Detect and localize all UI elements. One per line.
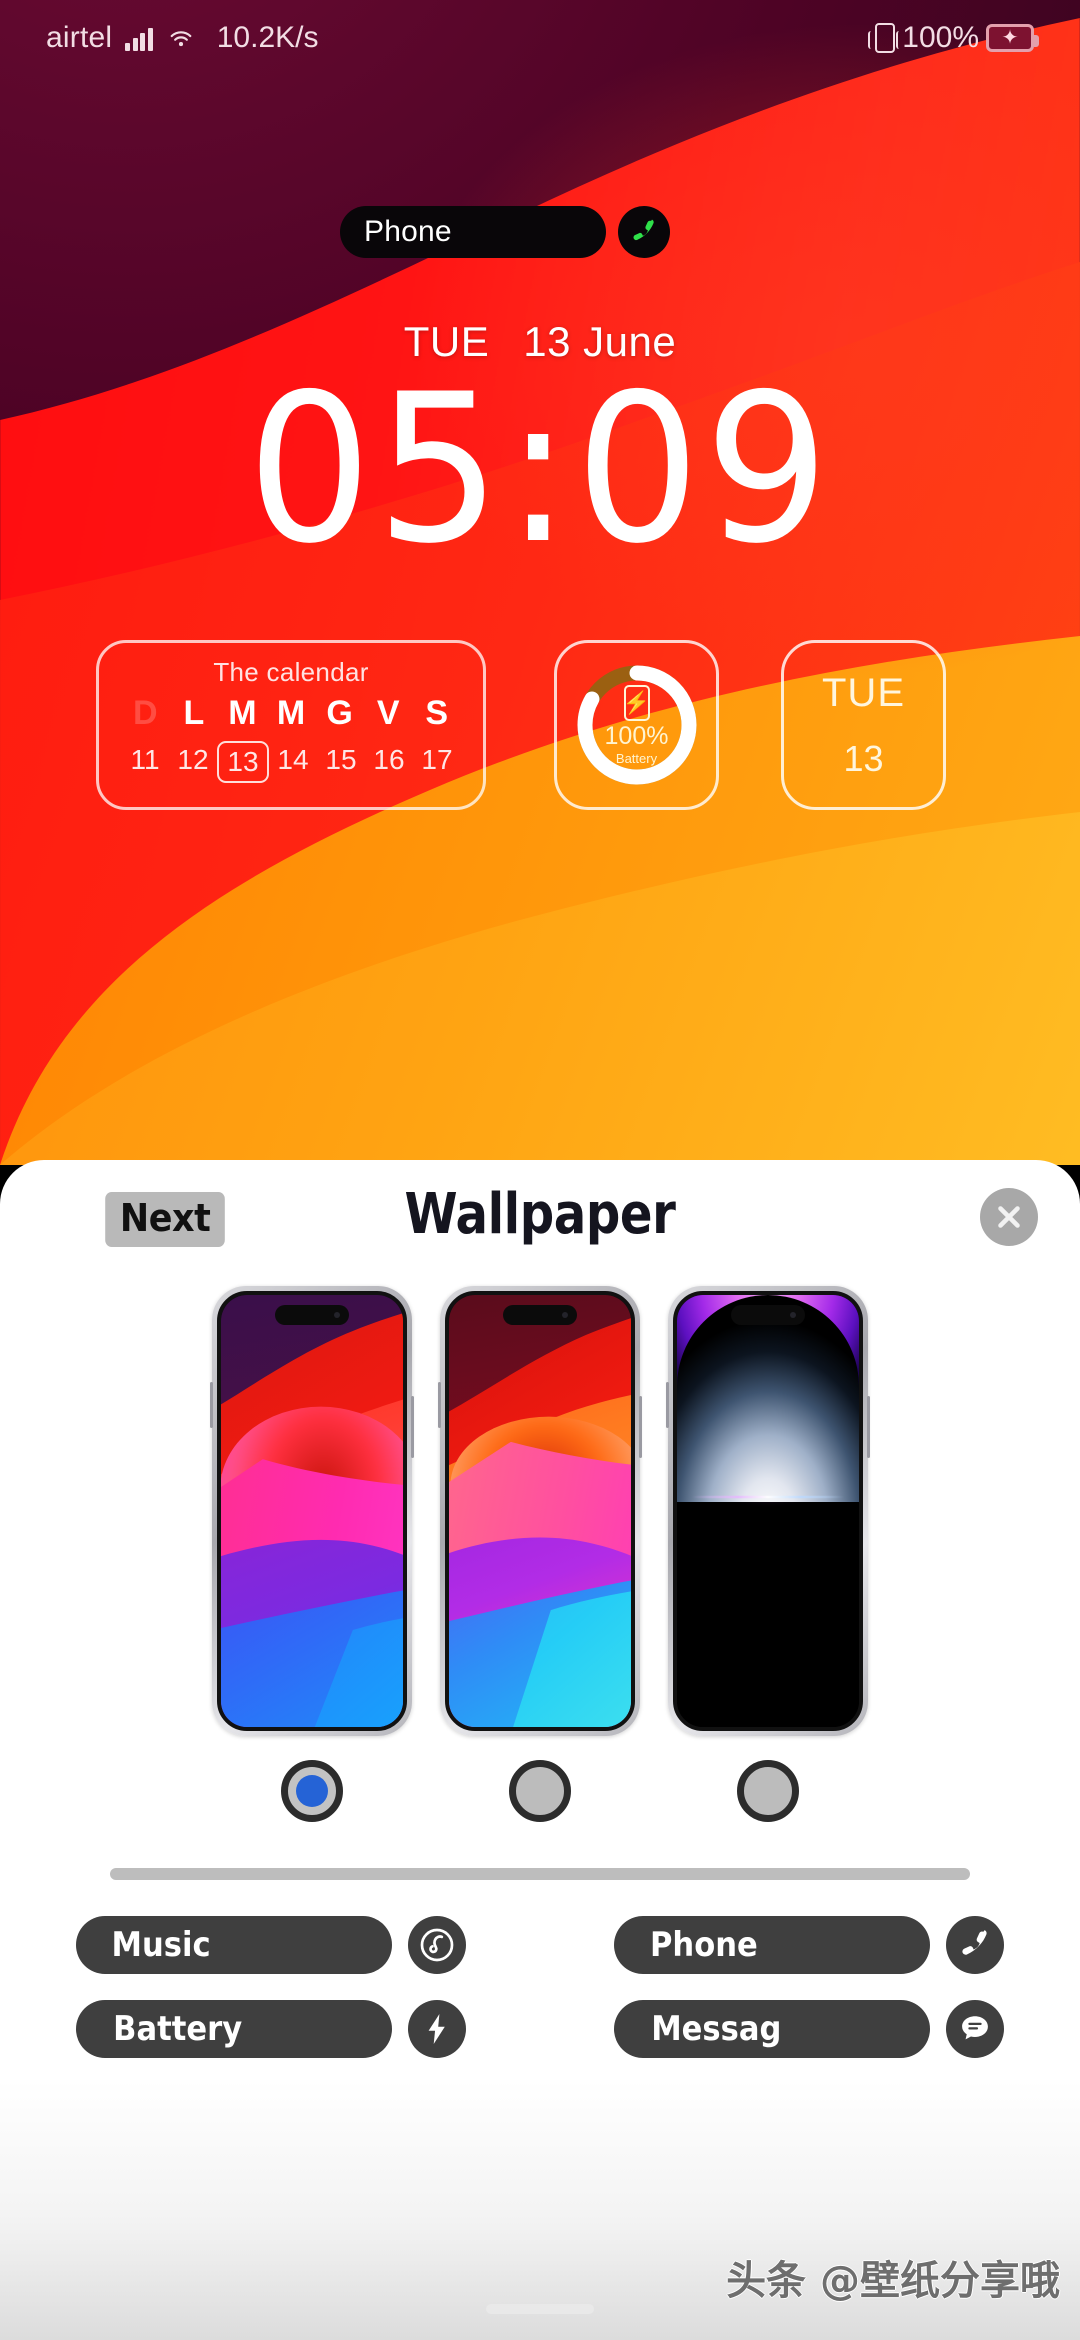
dynamic-island-icon — [503, 1305, 577, 1325]
message-bubble-icon[interactable] — [946, 2000, 1004, 2058]
battery-ring-content: ⚡ 100% Battery — [573, 661, 701, 789]
dynamic-island-icon — [275, 1305, 349, 1325]
status-bar: airtel 10.2K/s 100% ✦ — [0, 0, 1080, 76]
phone-shortcut-label: Phone — [364, 215, 452, 248]
wallpaper-picker-sheet: Next Wallpaper Music Phone Battery Messa… — [0, 1160, 1080, 2340]
shortcut-battery-label: Battery — [113, 2009, 243, 2049]
preview-screen-3 — [673, 1291, 863, 1731]
shortcut-message-label: Messag — [651, 2009, 782, 2049]
calendar-dow: S — [425, 694, 449, 732]
close-icon[interactable] — [980, 1188, 1038, 1246]
calendar-day-row: 11 12 13 14 15 16 17 — [99, 741, 483, 783]
calendar-dow: G — [326, 694, 353, 732]
wallpaper-radio-1[interactable] — [281, 1760, 343, 1822]
lightning-bolt-icon[interactable] — [408, 2000, 466, 2058]
shortcut-message[interactable]: Messag — [614, 2000, 1004, 2058]
wallpaper-radio-3[interactable] — [737, 1760, 799, 1822]
shortcut-phone-pill[interactable]: Phone — [614, 1916, 930, 1974]
battery-ring: ⚡ 100% Battery — [573, 661, 701, 789]
page-title: Wallpaper — [404, 1182, 676, 1247]
wallpaper-selector-radios — [0, 1760, 1080, 1822]
wallpaper-preview-2[interactable] — [438, 1286, 642, 1736]
date-widget-weekday: TUE — [822, 670, 905, 715]
calendar-day[interactable]: 12 — [169, 741, 217, 783]
signal-bars-icon — [125, 25, 153, 51]
wallpaper-radio-2[interactable] — [509, 1760, 571, 1822]
calendar-dow-row: D L M M G V S — [99, 694, 483, 733]
lockscreen-widget-row: The calendar D L M M G V S 11 12 13 14 1… — [0, 640, 1080, 820]
calendar-day[interactable]: 17 — [413, 741, 461, 783]
phone-handset-icon[interactable] — [946, 1916, 1004, 1974]
vibrate-icon — [868, 23, 899, 53]
phone-charging-icon: ⚡ — [623, 685, 650, 721]
calendar-day[interactable]: 11 — [121, 741, 169, 783]
shortcut-battery-pill[interactable]: Battery — [76, 2000, 392, 2058]
calendar-dow: D — [133, 694, 158, 732]
shortcut-grid: Music Phone Battery Messag — [0, 1916, 1080, 2058]
home-indicator[interactable] — [486, 2304, 594, 2314]
phone-shortcut-pill[interactable]: Phone — [340, 206, 606, 258]
radio-slot-2 — [440, 1760, 640, 1822]
radio-slot-1 — [212, 1760, 412, 1822]
shortcut-row-2: Battery Messag — [76, 2000, 1004, 2058]
calendar-widget[interactable]: The calendar D L M M G V S 11 12 13 14 1… — [96, 640, 486, 810]
shortcut-phone-label: Phone — [649, 1925, 758, 1965]
calendar-dow: V — [376, 694, 400, 732]
watermark-text: 头条 @壁纸分享哦 — [726, 2258, 1060, 2304]
shortcut-battery[interactable]: Battery — [76, 2000, 466, 2058]
battery-widget-percent: 100% — [604, 722, 669, 750]
battery-widget[interactable]: ⚡ 100% Battery — [554, 640, 719, 810]
date-widget-day: 13 — [843, 737, 884, 779]
battery-percent-label: 100% — [902, 21, 979, 54]
status-bar-right: 100% ✦ — [868, 21, 1039, 55]
calendar-dow: M — [228, 694, 257, 732]
shortcut-phone[interactable]: Phone — [614, 1916, 1004, 1974]
lockscreen-clock: 05:09 — [246, 351, 834, 589]
wallpaper-preview-list — [0, 1286, 1080, 1736]
preview3-layer-white-dome — [677, 1295, 859, 1503]
sheet-header: Next Wallpaper — [0, 1160, 1080, 1272]
calendar-dow: M — [276, 694, 306, 732]
dynamic-island-icon — [731, 1305, 805, 1325]
radio-slot-3 — [668, 1760, 868, 1822]
calendar-dow: L — [183, 694, 205, 732]
network-speed-label: 10.2K/s — [216, 21, 319, 54]
screen-root: airtel 10.2K/s 100% ✦ Phone TUE 13 June … — [0, 0, 1080, 2340]
calendar-day[interactable]: 15 — [317, 741, 365, 783]
horizontal-scrollbar[interactable] — [110, 1868, 970, 1880]
shortcut-music[interactable]: Music — [76, 1916, 466, 1974]
shortcut-message-pill[interactable]: Messag — [614, 2000, 930, 2058]
wifi-icon — [166, 25, 196, 51]
shortcut-music-label: Music — [111, 1925, 211, 1965]
wallpaper-preview-1[interactable] — [210, 1286, 414, 1736]
calendar-day[interactable]: 14 — [269, 741, 317, 783]
wallpaper-preview-3[interactable] — [666, 1286, 870, 1736]
calendar-day[interactable]: 16 — [365, 741, 413, 783]
calendar-day-today[interactable]: 13 — [217, 741, 269, 783]
lockscreen-phone-shortcut[interactable]: Phone — [340, 206, 670, 258]
status-bar-left: airtel 10.2K/s — [46, 21, 318, 55]
battery-widget-label: Battery — [615, 751, 658, 766]
preview-screen-2 — [445, 1291, 635, 1731]
shortcut-music-pill[interactable]: Music — [76, 1916, 392, 1974]
preview3-layer-seam — [691, 1495, 845, 1498]
date-widget[interactable]: TUE 13 — [781, 640, 946, 810]
battery-charging-icon: ✦ — [986, 24, 1039, 52]
shortcut-row-1: Music Phone — [76, 1916, 1004, 1974]
music-spiral-icon[interactable] — [408, 1916, 466, 1974]
calendar-widget-title: The calendar — [213, 657, 369, 687]
carrier-label: airtel — [46, 21, 113, 54]
phone-handset-icon[interactable] — [618, 206, 670, 258]
preview-screen-1 — [217, 1291, 407, 1731]
